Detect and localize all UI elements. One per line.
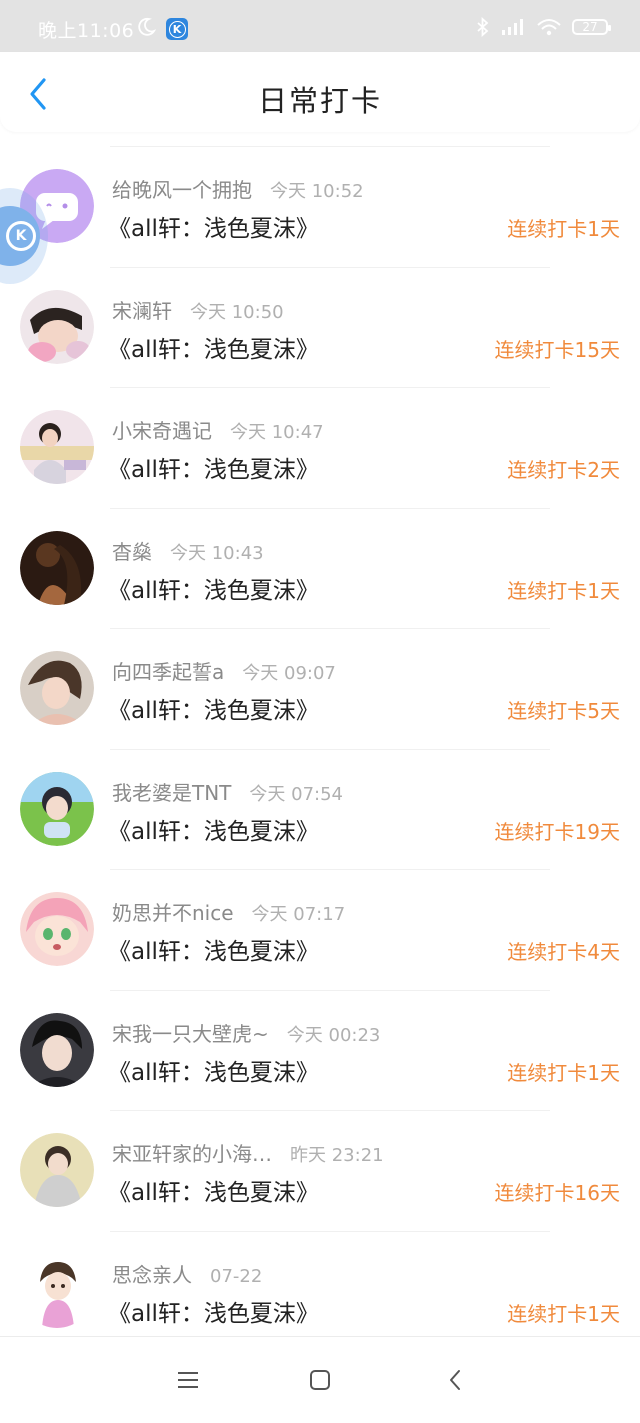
avatar[interactable] (20, 771, 94, 846)
post-title: 《all轩：浅色夏沫》 (108, 939, 319, 965)
post-title: 《all轩：浅色夏沫》 (108, 1300, 319, 1327)
post-time: 今天 10:47 (230, 422, 324, 443)
home-button[interactable] (305, 1365, 335, 1395)
user-name: 给晚风一个拥抱 (112, 178, 252, 202)
post-title: 《all轩：浅色夏沫》 (108, 1059, 319, 1086)
avatar[interactable] (20, 289, 94, 364)
post-title: 《all轩：浅色夏沫》 (108, 818, 319, 845)
list-item[interactable]: 向四季起誓a 今天 09:07 《all轩：浅色夏沫》 连续打卡5天 (20, 628, 620, 749)
status-bar: 晚上11:06 K 27 (0, 0, 640, 52)
post-time: 今天 09:07 (242, 663, 336, 684)
streak-badge: 连续打卡4天 (507, 940, 620, 964)
moon-icon (138, 17, 156, 36)
battery-level: 27 (582, 20, 598, 34)
streak-badge: 连续打卡15天 (494, 337, 620, 362)
list-item[interactable]: 小宋奇遇记 今天 10:47 《all轩：浅色夏沫》 连续打卡2天 (20, 387, 620, 508)
user-name: 思念亲人 (112, 1262, 192, 1287)
avatar[interactable] (20, 530, 94, 605)
streak-badge: 连续打卡16天 (494, 1181, 620, 1205)
avatar[interactable] (20, 1253, 94, 1328)
post-time: 今天 07:17 (251, 904, 346, 925)
post-time: 今天 07:54 (249, 783, 344, 805)
post-time: 今天 00:23 (286, 1024, 381, 1046)
streak-badge: 连续打卡1天 (507, 1301, 620, 1326)
wifi-icon (537, 19, 561, 36)
list-item[interactable]: 宋亚轩家的小海… 昨天 23:21 《all轩：浅色夏沫》 连续打卡16天 (20, 1110, 620, 1231)
signal-icon (502, 19, 523, 35)
bluetooth-icon (477, 17, 489, 37)
k-bubble-icon: K (6, 221, 36, 251)
user-name: 宋我一只大壁虎~ (112, 1021, 269, 1046)
user-name: 小宋奇遇记 (112, 419, 212, 443)
post-title: 《all轩：浅色夏沫》 (108, 698, 319, 724)
k-app-icon: K (166, 18, 188, 40)
post-time: 今天 10:43 (170, 542, 264, 564)
list-item[interactable]: 思念亲人 07-22 《all轩：浅色夏沫》 连续打卡1天 (20, 1230, 620, 1352)
user-name: 奶思并不nice (112, 901, 234, 925)
menu-button[interactable] (173, 1365, 203, 1395)
page-title: 日常打卡 (257, 84, 382, 118)
battery-icon: 27 (572, 19, 611, 35)
list-item[interactable]: 宋我一只大壁虎~ 今天 00:23 《all轩：浅色夏沫》 连续打卡1天 (20, 989, 620, 1111)
avatar[interactable] (20, 410, 94, 484)
list-item[interactable]: 给晚风一个拥抱 今天 10:52 《all轩：浅色夏沫》 连续打卡1天 (20, 146, 620, 267)
post-title: 《all轩：浅色夏沫》 (108, 457, 319, 483)
checkin-list: 给晚风一个拥抱 今天 10:52 《all轩：浅色夏沫》 连续打卡1天 宋澜轩 … (0, 146, 640, 1351)
avatar[interactable] (20, 651, 94, 725)
avatar[interactable] (20, 1133, 94, 1207)
streak-badge: 连续打卡19天 (494, 819, 620, 844)
streak-badge: 连续打卡1天 (507, 1060, 620, 1085)
user-name: 我老婆是TNT (112, 780, 232, 805)
list-item[interactable]: 杳燊 今天 10:43 《all轩：浅色夏沫》 连续打卡1天 (20, 507, 620, 629)
streak-badge: 连续打卡5天 (507, 699, 620, 723)
streak-badge: 连续打卡1天 (507, 578, 620, 603)
status-icons: 27 (476, 14, 611, 40)
post-title: 《all轩：浅色夏沫》 (108, 577, 319, 604)
home-square-icon (310, 1370, 330, 1390)
list-item[interactable]: 我老婆是TNT 今天 07:54 《all轩：浅色夏沫》 连续打卡19天 (20, 748, 620, 870)
streak-badge: 连续打卡2天 (507, 458, 620, 482)
post-time: 昨天 23:21 (290, 1145, 384, 1166)
back-triangle-icon (450, 1370, 460, 1390)
header: 日常打卡 (0, 52, 640, 132)
system-nav-bar (0, 1336, 640, 1423)
post-title: 《all轩：浅色夏沫》 (108, 1180, 319, 1206)
post-title: 《all轩：浅色夏沫》 (108, 216, 319, 242)
user-name: 宋亚轩家的小海… (112, 1142, 272, 1166)
avatar[interactable] (20, 1012, 94, 1087)
streak-badge: 连续打卡1天 (507, 217, 620, 241)
user-name: 杳燊 (112, 539, 152, 564)
post-title: 《all轩：浅色夏沫》 (108, 336, 319, 363)
status-time: 晚上11:06 (38, 20, 135, 42)
list-item[interactable]: 宋澜轩 今天 10:50 《all轩：浅色夏沫》 连续打卡15天 (20, 266, 620, 388)
user-name: 向四季起誓a (112, 660, 225, 684)
post-time: 今天 10:50 (190, 301, 284, 323)
list-item[interactable]: 奶思并不nice 今天 07:17 《all轩：浅色夏沫》 连续打卡4天 (20, 869, 620, 990)
system-back-button[interactable] (440, 1365, 470, 1395)
post-time: 07-22 (210, 1265, 263, 1287)
user-name: 宋澜轩 (112, 298, 172, 323)
post-time: 今天 10:52 (270, 181, 364, 202)
menu-icon (178, 1372, 198, 1388)
avatar[interactable] (20, 892, 94, 966)
